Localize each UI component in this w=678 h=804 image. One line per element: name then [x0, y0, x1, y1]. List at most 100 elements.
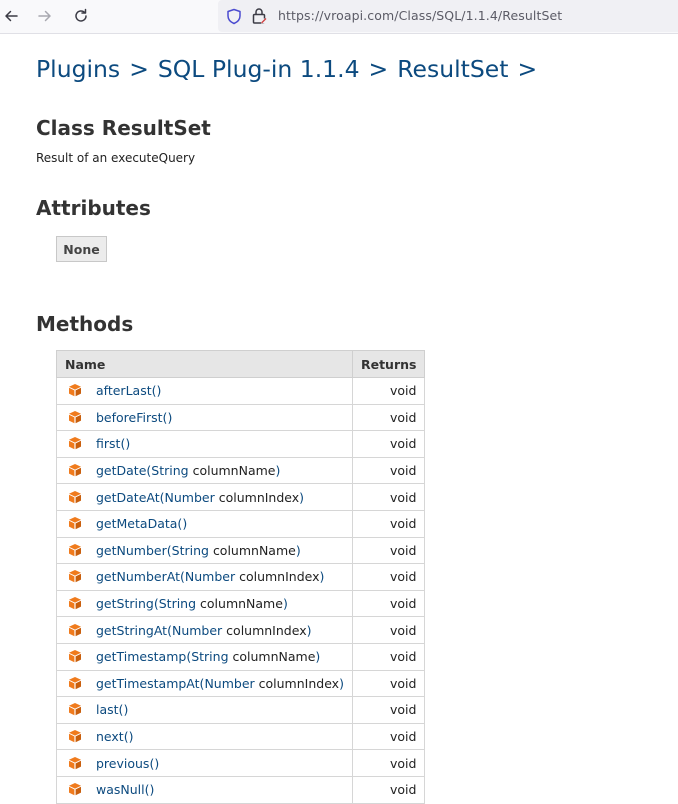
method-link[interactable]: getStringAt(Number columnIndex)	[96, 623, 312, 638]
forward-arrow-icon	[38, 10, 51, 22]
method-param-name: columnIndex	[218, 489, 300, 505]
method-name: beforeFirst	[96, 409, 163, 425]
method-param-type: Number	[184, 569, 236, 585]
breadcrumb-sql-plugin-link[interactable]: SQL Plug-in 1.1.4	[158, 55, 360, 83]
methods-table: Name Returns afterLast() void beforeFirst(…	[56, 350, 426, 804]
method-link[interactable]: wasNull()	[96, 782, 154, 797]
method-returns-cell: void	[351, 430, 426, 458]
method-name-cell: getTimestamp(String columnName)	[56, 642, 353, 671]
method-name: next	[96, 729, 124, 745]
method-cube-icon	[69, 570, 81, 583]
method-paren-close: )	[282, 596, 288, 612]
method-row: getDate(String columnName) void	[56, 456, 426, 485]
method-name-cell: first()	[56, 430, 353, 458]
lock-icon[interactable]	[251, 7, 267, 25]
method-param-type: Number	[164, 489, 215, 505]
method-param-name: columnName	[200, 596, 283, 612]
method-cube-icon	[69, 490, 81, 503]
method-name: getTimestamp	[96, 649, 187, 665]
method-cube-icon	[69, 410, 81, 424]
method-name: getStringAt	[96, 622, 168, 638]
method-row: getTimestampAt(Number columnIndex) void	[56, 669, 426, 698]
method-paren-close: )	[275, 463, 281, 479]
method-param-name: columnIndex	[239, 569, 320, 585]
method-name-cell: getTimestampAt(Number columnIndex)	[56, 669, 353, 698]
method-name: getString	[96, 596, 154, 612]
method-name: getMetaData	[96, 516, 178, 532]
method-name-cell: afterLast()	[56, 377, 353, 405]
url-text[interactable]: https://vroapi.com/Class/SQL/1.1.4/Resul…	[278, 8, 562, 23]
method-name-cell: getNumberAt(Number columnIndex)	[56, 563, 353, 591]
method-row: getString(String columnName) void	[56, 589, 426, 618]
method-returns-cell: void	[351, 775, 426, 804]
method-paren-close: )	[339, 675, 344, 691]
method-link[interactable]: first()	[96, 436, 130, 451]
method-cube-icon	[69, 464, 81, 477]
method-name-cell: getNumber(String columnName)	[56, 536, 353, 565]
method-cube-icon	[69, 517, 81, 530]
reload-icon	[75, 8, 87, 22]
method-link[interactable]: getDate(String columnName)	[96, 463, 280, 478]
method-name-cell: previous()	[56, 749, 353, 777]
breadcrumb: Plugins > SQL Plug-in 1.1.4 > ResultSet >	[36, 55, 546, 83]
methods-table-header: Name Returns	[56, 350, 426, 378]
method-name-cell: next()	[56, 722, 353, 751]
method-param-name: columnName	[192, 463, 276, 479]
address-bar[interactable]: https://vroapi.com/Class/SQL/1.1.4/Resul…	[218, 0, 678, 32]
browser-toolbar: https://vroapi.com/Class/SQL/1.1.4/Resul…	[0, 0, 678, 34]
method-link[interactable]: previous()	[96, 756, 159, 771]
class-title: Class ResultSet	[36, 116, 211, 140]
column-header-returns: Returns	[351, 350, 426, 378]
method-link[interactable]: getNumberAt(Number columnIndex)	[96, 569, 324, 584]
breadcrumb-resultset-link[interactable]: ResultSet	[397, 55, 508, 83]
reload-button[interactable]	[68, 3, 94, 29]
method-name-cell: getDateAt(Number columnIndex)	[56, 483, 353, 511]
method-paren-close: )	[167, 409, 173, 425]
method-cube-icon	[69, 730, 81, 743]
method-returns-cell: void	[351, 749, 426, 777]
method-link[interactable]: afterLast()	[96, 383, 161, 398]
breadcrumb-plugins-link[interactable]: Plugins	[36, 55, 120, 83]
method-paren-close: )	[156, 383, 162, 399]
method-cube-icon	[69, 703, 81, 716]
attributes-heading: Attributes	[36, 196, 151, 220]
method-name: getTimestampAt	[96, 675, 200, 691]
method-name: previous	[96, 755, 150, 771]
method-row: getMetaData() void	[56, 509, 426, 538]
method-returns-cell: void	[351, 456, 426, 485]
method-row: previous() void	[56, 749, 426, 777]
method-link[interactable]: next()	[96, 729, 133, 744]
breadcrumb-separator: >	[129, 55, 149, 83]
method-returns-cell: void	[351, 642, 426, 671]
method-paren-close: )	[319, 569, 325, 585]
method-link[interactable]: beforeFirst()	[96, 410, 172, 425]
method-link[interactable]: getNumber(String columnName)	[96, 543, 301, 558]
method-row: getNumberAt(Number columnIndex) void	[56, 563, 426, 591]
method-link[interactable]: getString(String columnName)	[96, 596, 288, 611]
method-returns-cell: void	[351, 589, 426, 618]
methods-table-body: afterLast() void beforeFirst() void first() v…	[56, 377, 426, 804]
forward-button[interactable]	[32, 3, 58, 29]
method-paren-close: )	[154, 755, 160, 771]
method-link[interactable]: getDateAt(Number columnIndex)	[96, 490, 304, 505]
method-row: afterLast() void	[56, 377, 426, 405]
method-row: wasNull() void	[56, 775, 426, 804]
method-name: getDate	[96, 463, 147, 479]
method-param-name: columnIndex	[258, 675, 340, 691]
method-row: getTimestamp(String columnName) void	[56, 642, 426, 671]
tracking-protection-shield-icon[interactable]	[226, 8, 242, 25]
method-name: first	[96, 436, 121, 452]
method-row: first() void	[56, 430, 426, 458]
back-button[interactable]	[0, 3, 24, 29]
method-cube-icon	[69, 597, 81, 610]
method-link[interactable]: getTimestampAt(Number columnIndex)	[96, 676, 344, 691]
method-link[interactable]: getMetaData()	[96, 516, 187, 531]
method-link[interactable]: last()	[96, 702, 128, 717]
method-cube-icon	[69, 623, 81, 636]
method-returns-cell: void	[351, 403, 426, 432]
method-row: getStringAt(Number columnIndex) void	[56, 616, 426, 644]
method-name-cell: getDate(String columnName)	[56, 456, 353, 485]
method-param-name: columnName	[232, 649, 316, 665]
method-link[interactable]: getTimestamp(String columnName)	[96, 649, 320, 664]
method-returns-cell: void	[351, 722, 426, 751]
